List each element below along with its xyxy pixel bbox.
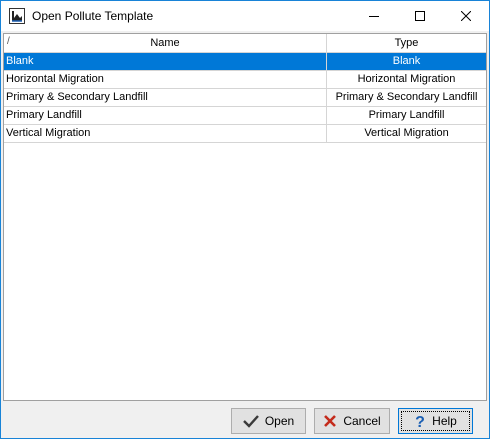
cell-type: Primary Landfill [368,109,445,121]
help-button[interactable]: ? Help [398,408,473,434]
column-header-name[interactable]: / Name [4,34,327,52]
cell-type: Horizontal Migration [357,73,456,85]
cell-name: Primary & Secondary Landfill [4,89,327,106]
table-row[interactable]: Vertical Migration Vertical Migration [4,125,486,143]
cell-name: Primary Landfill [4,107,327,124]
focus-rectangle [401,411,470,431]
table-row[interactable]: Primary & Secondary Landfill Primary & S… [4,89,486,107]
sort-indicator: / [7,36,10,47]
cell-name: Horizontal Migration [4,71,327,88]
x-icon [323,414,337,428]
title-bar[interactable]: Open Pollute Template [1,1,489,31]
cell-type: Primary & Secondary Landfill [335,91,478,103]
cell-type: Vertical Migration [364,127,449,139]
window-title: Open Pollute Template [32,9,154,23]
cancel-button[interactable]: Cancel [314,408,390,434]
cell-name: Blank [4,53,327,70]
column-header-type-label: Type [394,37,419,49]
table-row[interactable]: Primary Landfill Primary Landfill [4,107,486,125]
cell-type: Blank [392,55,421,67]
checkmark-icon [242,414,259,428]
maximize-icon [415,11,425,21]
column-header-type[interactable]: Type [327,34,486,52]
maximize-button[interactable] [397,1,443,31]
minimize-icon [369,16,379,17]
cell-name: Vertical Migration [4,125,327,142]
close-button[interactable] [443,1,489,31]
cancel-button-label: Cancel [343,414,381,428]
table-header: / Name Type [4,34,486,53]
open-button-label: Open [264,414,295,428]
close-icon [461,11,471,21]
pollute-app-icon [9,8,25,24]
minimize-button[interactable] [351,1,397,31]
table-row[interactable]: Blank Blank [4,53,486,71]
template-table[interactable]: / Name Type Blank Blank Horizontal Migra… [3,33,487,401]
dialog-window: Open Pollute Template / Name Type Blank … [0,0,490,439]
column-header-name-label: Name [150,37,180,49]
table-row[interactable]: Horizontal Migration Horizontal Migratio… [4,71,486,89]
open-button[interactable]: Open [231,408,306,434]
